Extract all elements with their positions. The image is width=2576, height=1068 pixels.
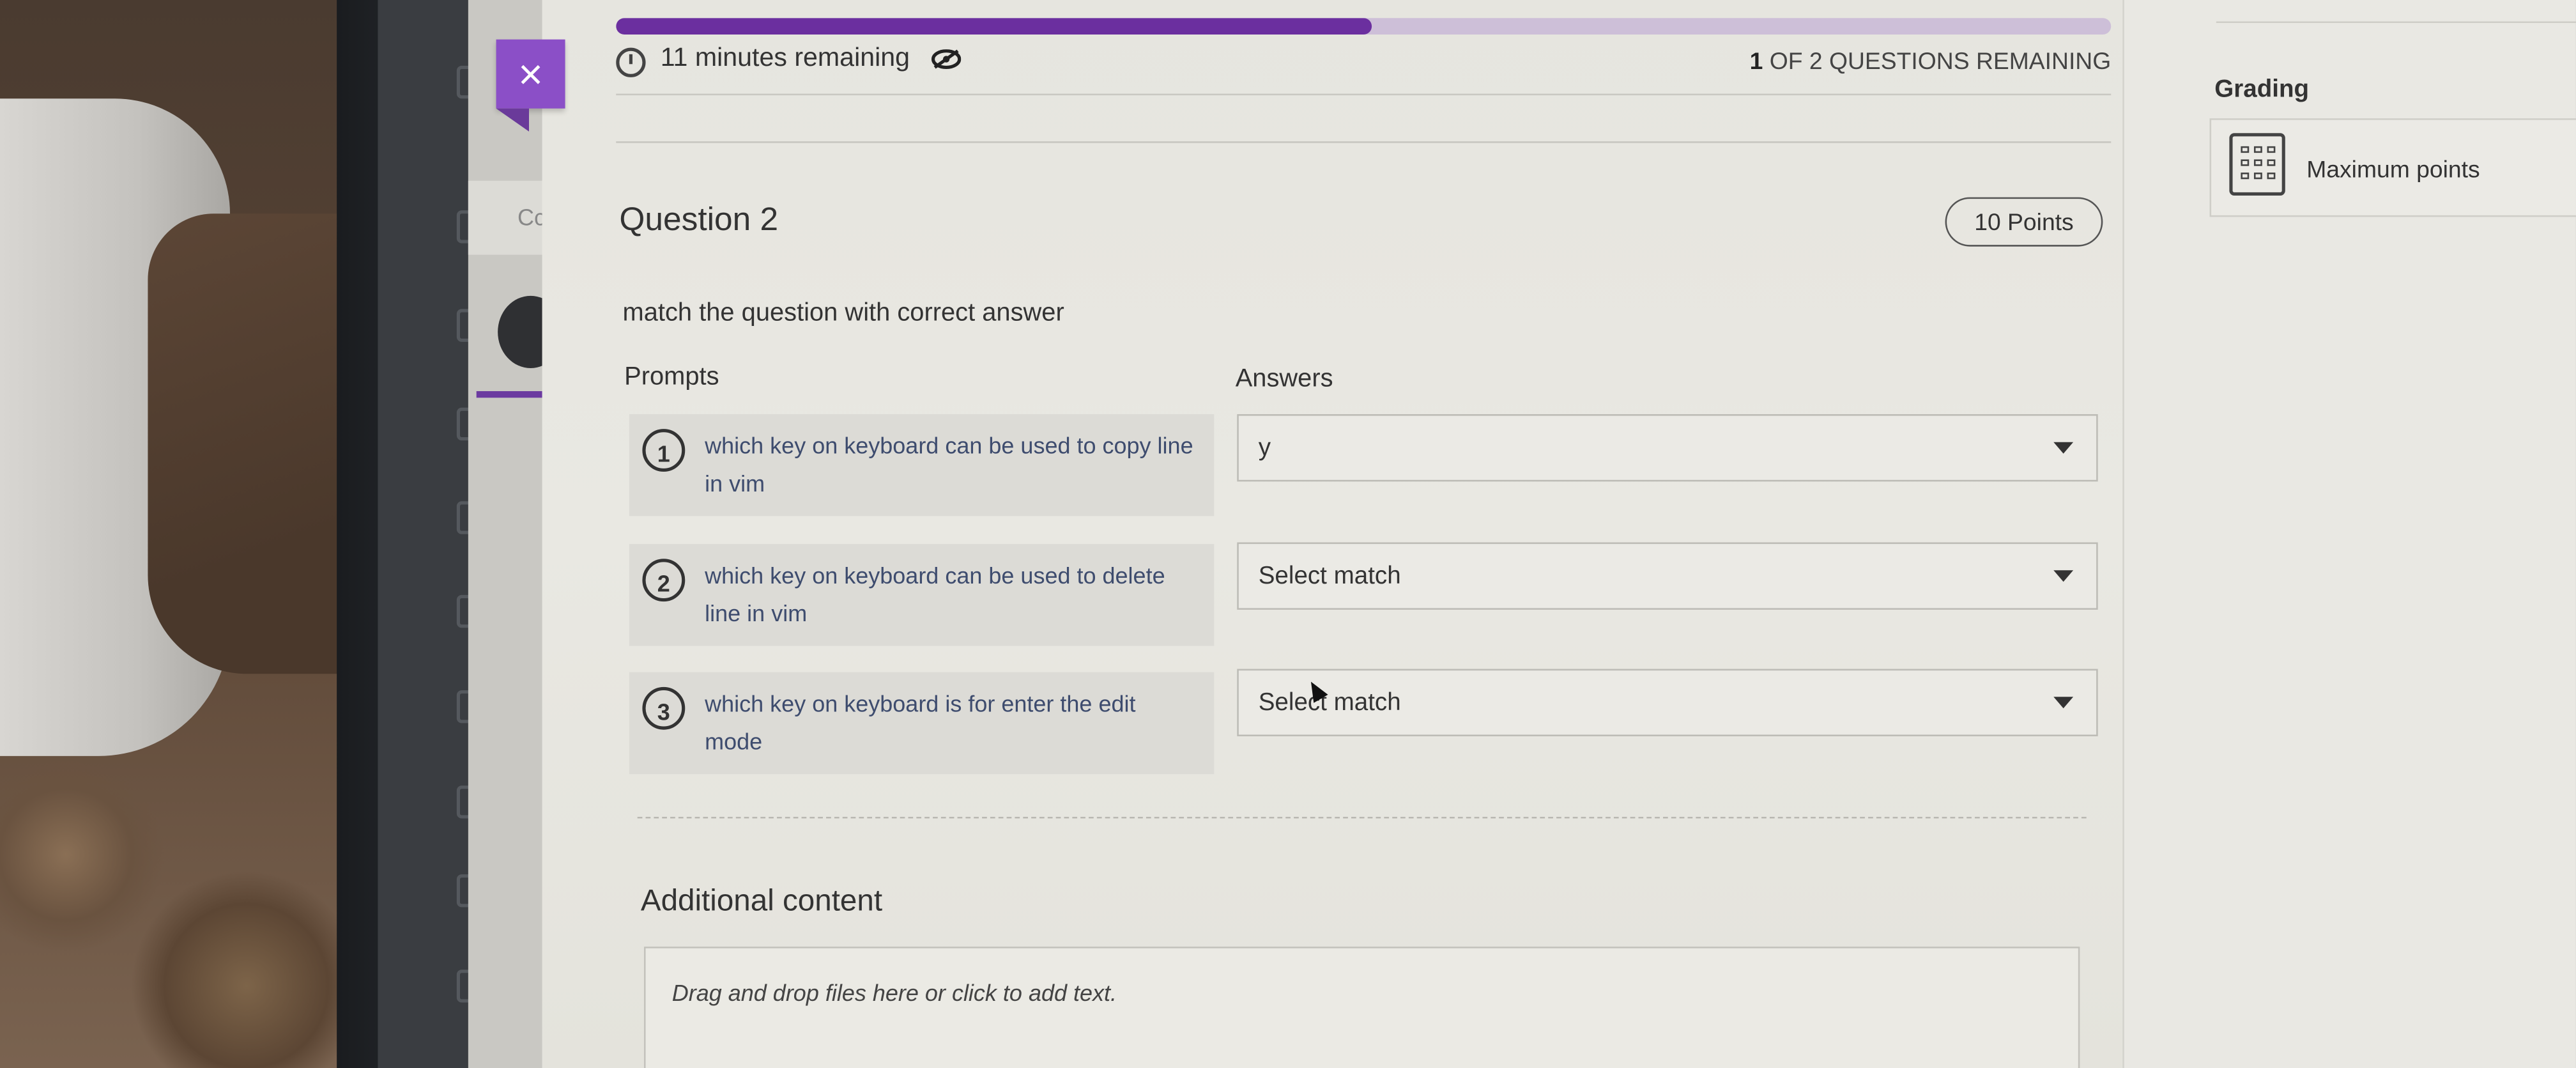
hide-timer-icon[interactable]: [931, 49, 962, 69]
answers-header: Answers: [1235, 364, 1333, 393]
close-button[interactable]: ×: [496, 39, 565, 109]
prompt-row: 3 which key on keyboard is for enter the…: [629, 672, 1215, 775]
progress-fill: [616, 18, 1371, 35]
additional-content-title: Additional content: [640, 882, 883, 917]
answer-value: Select match: [1258, 562, 1401, 591]
points-badge: 10 Points: [1945, 197, 2103, 247]
file-dropzone[interactable]: Drag and drop files here or click to add…: [643, 947, 2080, 1068]
panel-divider: [2216, 21, 2576, 23]
chevron-down-icon: [2053, 570, 2074, 582]
prompt-text: which key on keyboard is for enter the e…: [705, 690, 1136, 755]
questions-remaining: 1 OF 2 QUESTIONS REMAINING: [1750, 49, 2112, 75]
timer-row: 11 minutes remaining 1 OF 2 QUESTIONS RE…: [616, 44, 2112, 96]
calculator-icon: [2229, 133, 2285, 196]
details-panel: Grading Maximum points: [2122, 0, 2576, 1068]
max-points-card[interactable]: Maximum points: [2209, 118, 2576, 217]
prompt-row: 1 which key on keyboard can be used to c…: [629, 414, 1215, 516]
answer-dropdown[interactable]: Select match: [1237, 669, 2098, 736]
prompt-row: 2 which key on keyboard can be used to d…: [629, 544, 1215, 646]
prompt-number: 2: [642, 559, 686, 602]
clock-icon: [616, 47, 646, 77]
prompt-text: which key on keyboard can be used to del…: [705, 562, 1165, 626]
question-title: Question 2: [619, 202, 779, 238]
chevron-down-icon: [2053, 697, 2074, 709]
header-divider: [616, 141, 2112, 143]
prompt-text: which key on keyboard can be used to cop…: [705, 432, 1193, 497]
timer-text: 11 minutes remaining: [660, 44, 910, 73]
answer-value: y: [1258, 433, 1271, 462]
questions-remaining-label: OF 2 QUESTIONS REMAINING: [1763, 49, 2112, 76]
prompt-number: 3: [642, 686, 686, 730]
chevron-down-icon: [2053, 442, 2074, 454]
assessment-panel: 11 minutes remaining 1 OF 2 QUESTIONS RE…: [542, 0, 2169, 1068]
section-divider: [637, 816, 2087, 819]
close-button-shadow: [496, 108, 529, 132]
max-points-label: Maximum points: [2306, 157, 2480, 184]
grading-title: Grading: [2214, 75, 2310, 104]
answer-value: Select match: [1258, 688, 1401, 717]
question-instruction: match the question with correct answer: [622, 298, 1064, 327]
prompt-number: 1: [642, 429, 686, 472]
prompts-header: Prompts: [624, 363, 719, 391]
questions-remaining-count: 1: [1749, 49, 1763, 76]
answer-dropdown[interactable]: y: [1237, 414, 2098, 482]
answer-dropdown[interactable]: Select match: [1237, 542, 2098, 610]
screen: Cc 11 minutes remaining 1 OF 2 QUESTIONS…: [0, 0, 2576, 1068]
dropzone-placeholder: Drag and drop files here or click to add…: [671, 979, 1117, 1006]
progress-bar: [616, 18, 2112, 35]
